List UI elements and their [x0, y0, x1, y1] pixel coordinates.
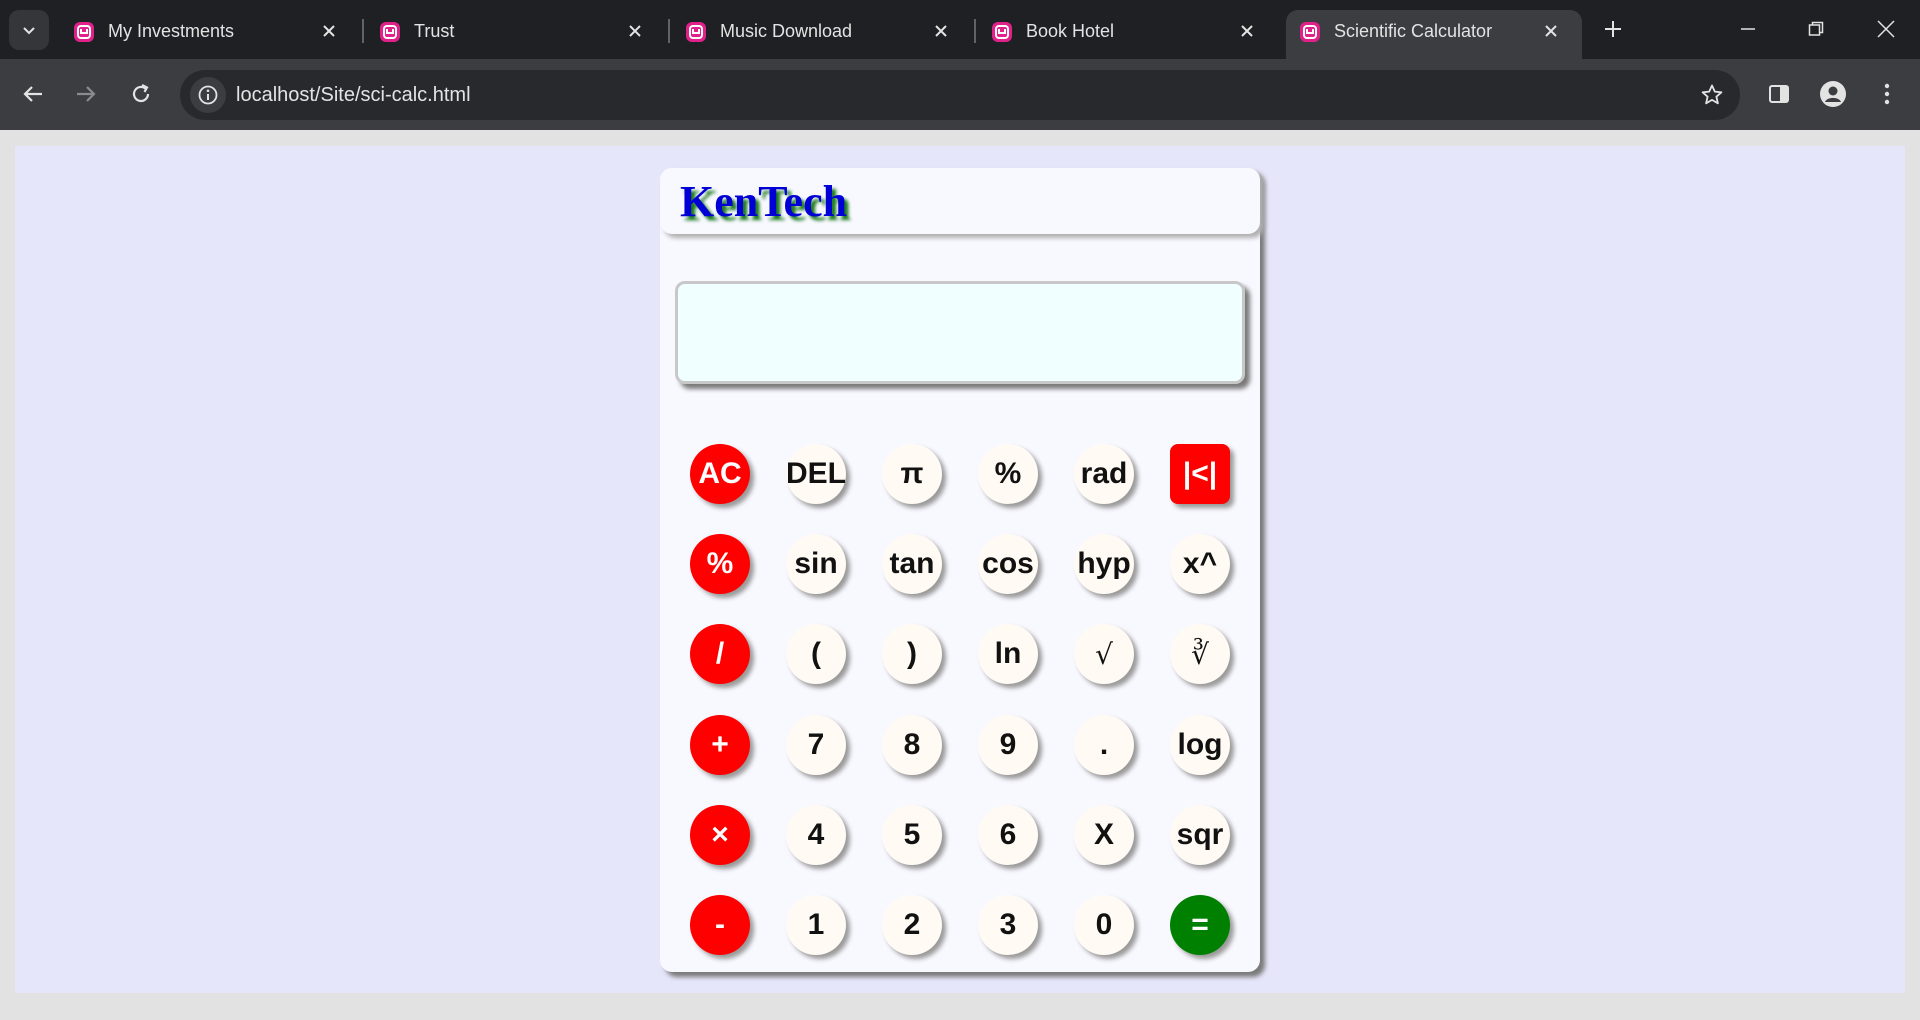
tab-title: Trust [414, 21, 455, 41]
power-key[interactable]: x^ [1170, 534, 1230, 594]
log-key[interactable]: log [1170, 715, 1230, 775]
side-panel-icon [1769, 85, 1789, 103]
back-button[interactable] [14, 75, 52, 113]
one-key[interactable]: 1 [786, 895, 846, 955]
address-bar[interactable]: localhost/Site/sci-calc.html [180, 70, 1740, 120]
close-tab-icon[interactable] [928, 18, 954, 44]
forward-button[interactable] [67, 75, 105, 113]
minimize-button[interactable] [1726, 8, 1770, 50]
three-key[interactable]: 3 [978, 895, 1038, 955]
eight-key[interactable]: 8 [882, 715, 942, 775]
side-panel-button[interactable] [1764, 79, 1794, 109]
modulo-key[interactable]: % [690, 534, 750, 594]
abs-key[interactable]: |<| [1170, 444, 1230, 504]
site-favicon-icon [380, 22, 400, 42]
seven-key[interactable]: 7 [786, 715, 846, 775]
tab-separator [668, 19, 670, 43]
rad-key[interactable]: rad [1074, 444, 1134, 504]
browser-toolbar: localhost/Site/sci-calc.html [0, 59, 1920, 130]
tab-search-button[interactable] [9, 10, 49, 50]
minimize-icon [1741, 28, 1755, 30]
close-tab-icon[interactable] [622, 18, 648, 44]
arrow-right-icon [77, 86, 96, 102]
minus-key[interactable]: - [690, 895, 750, 955]
site-favicon-icon [686, 22, 706, 42]
reload-button[interactable] [122, 75, 160, 113]
decimal-key[interactable]: . [1074, 715, 1134, 775]
site-favicon-icon [992, 22, 1012, 42]
close-tab-icon[interactable] [1234, 18, 1260, 44]
equals-key[interactable]: = [1170, 895, 1230, 955]
kebab-menu-icon [1884, 83, 1890, 105]
brand-logo: KenTech [680, 177, 848, 226]
restore-icon [1808, 21, 1824, 36]
delete-key[interactable]: DEL [786, 444, 846, 504]
arrow-left-icon [23, 86, 42, 102]
cube-root-key[interactable]: ∛ [1170, 624, 1230, 684]
tab-music-download[interactable]: Music Download [672, 10, 972, 59]
tab-scientific-calculator[interactable]: Scientific Calculator [1286, 10, 1582, 59]
zero-key[interactable]: 0 [1074, 895, 1134, 955]
close-window-button[interactable] [1864, 8, 1908, 50]
percent-key[interactable]: % [978, 444, 1038, 504]
tan-key[interactable]: tan [882, 534, 942, 594]
four-key[interactable]: 4 [786, 805, 846, 865]
tab-separator [974, 19, 976, 43]
bookmark-star-icon[interactable] [1700, 83, 1724, 107]
site-favicon-icon [1300, 22, 1320, 42]
two-key[interactable]: 2 [882, 895, 942, 955]
new-tab-button[interactable] [1597, 12, 1629, 46]
nine-key[interactable]: 9 [978, 715, 1038, 775]
url-text[interactable]: localhost/Site/sci-calc.html [236, 83, 471, 107]
info-icon [198, 85, 218, 105]
display-input[interactable] [678, 284, 1242, 381]
five-key[interactable]: 5 [882, 805, 942, 865]
plus-key[interactable]: + [690, 715, 750, 775]
page-viewport: KenTech AC DEL π% rad |<|% sin tan cos hyp x^ / () l… [15, 146, 1905, 993]
site-info-button[interactable] [190, 77, 226, 113]
profile-button[interactable] [1818, 79, 1848, 109]
tab-strip: My Investments Trust Music Download Book… [0, 0, 1920, 59]
close-paren-key[interactable]: ) [882, 624, 942, 684]
brand-header: KenTech [660, 168, 1260, 234]
tab-trust[interactable]: Trust [366, 10, 666, 59]
hyp-key[interactable]: hyp [1074, 534, 1134, 594]
six-key[interactable]: 6 [978, 805, 1038, 865]
close-tab-icon[interactable] [1538, 18, 1564, 44]
reload-icon [132, 84, 150, 103]
x-key[interactable]: X [1074, 805, 1134, 865]
cos-key[interactable]: cos [978, 534, 1038, 594]
close-tab-icon[interactable] [316, 18, 342, 44]
tab-title: Music Download [720, 21, 853, 41]
calculator: KenTech AC DEL π% rad |<|% sin tan cos hyp x^ / () l… [660, 168, 1260, 972]
tab-separator [362, 19, 364, 43]
calculator-display[interactable] [675, 281, 1245, 384]
ln-key[interactable]: ln [978, 624, 1038, 684]
tab-book-hotel[interactable]: Book Hotel [978, 10, 1278, 59]
tab-title: My Investments [108, 21, 235, 41]
tab-title: Scientific Calculator [1334, 21, 1493, 41]
tab-title: Book Hotel [1026, 21, 1115, 41]
close-icon [1877, 20, 1895, 38]
sin-key[interactable]: sin [786, 534, 846, 594]
square-key[interactable]: sqr [1170, 805, 1230, 865]
sqrt-key[interactable]: √ [1074, 624, 1134, 684]
browser-menu-button[interactable] [1872, 79, 1902, 109]
all-clear-key[interactable]: AC [690, 444, 750, 504]
restore-button[interactable] [1794, 8, 1838, 50]
profile-avatar-icon [1820, 81, 1846, 107]
chevron-down-icon [23, 27, 35, 35]
tab-my-investments[interactable]: My Investments [60, 10, 360, 59]
site-favicon-icon [74, 22, 94, 42]
multiply-key[interactable]: × [690, 805, 750, 865]
divide-key[interactable]: / [690, 624, 750, 684]
open-paren-key[interactable]: ( [786, 624, 846, 684]
pi-key[interactable]: π [882, 444, 942, 504]
plus-icon [1605, 21, 1621, 37]
